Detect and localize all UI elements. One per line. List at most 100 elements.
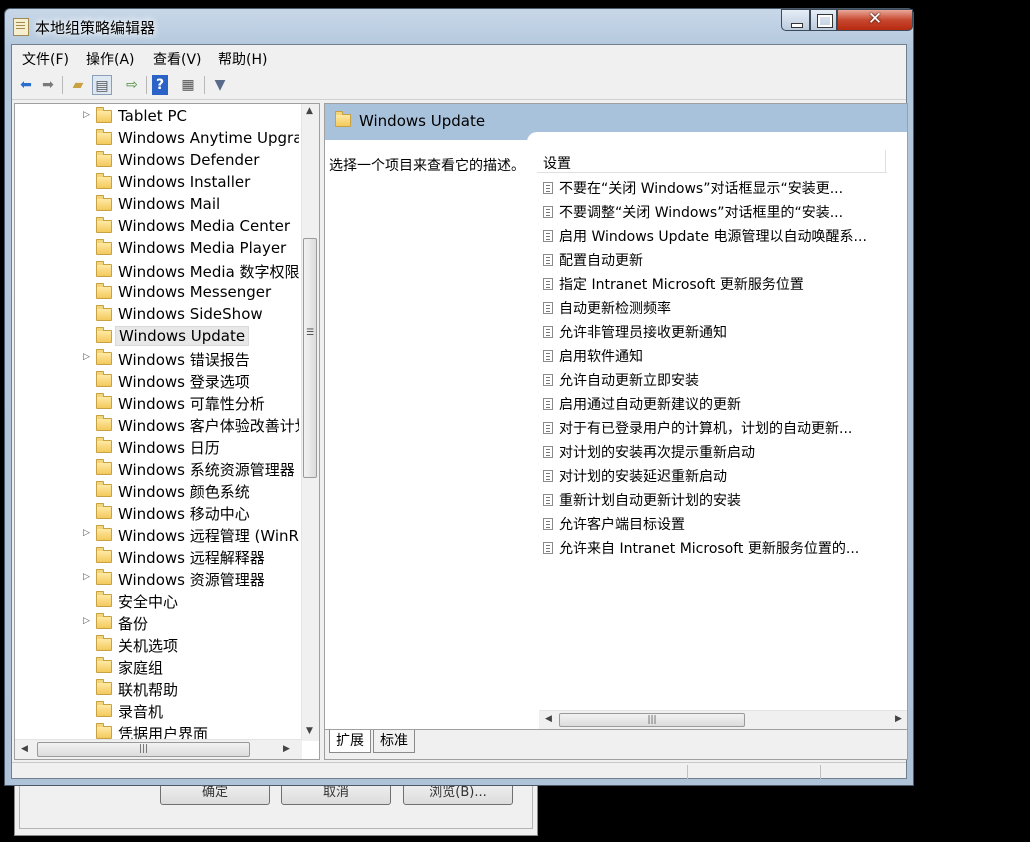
tree-item[interactable]: 家庭组 xyxy=(15,656,299,678)
scroll-up-icon[interactable]: ▲ xyxy=(306,106,313,116)
tab-standard[interactable]: 标准 xyxy=(373,730,415,753)
title-bar[interactable]: 本地组策略编辑器 ✕ xyxy=(5,9,913,45)
tree-item[interactable]: Windows Media 数字权限管理 xyxy=(15,260,299,282)
column-separator[interactable] xyxy=(885,150,886,172)
properties-icon[interactable]: ▦ xyxy=(178,75,198,95)
setting-row[interactable]: 允许自动更新立即安装 xyxy=(541,368,891,392)
setting-row[interactable]: 启用软件通知 xyxy=(541,344,891,368)
setting-row[interactable]: 不要在“关闭 Windows”对话框显示“安装更... xyxy=(541,176,891,200)
expand-arrow-icon[interactable]: ▷ xyxy=(83,572,90,582)
export-list-icon[interactable]: ⇨ xyxy=(122,75,142,95)
forward-arrow-icon[interactable]: ➡ xyxy=(38,75,58,95)
setting-row[interactable]: 允许来自 Intranet Microsoft 更新服务位置的... xyxy=(541,536,891,560)
setting-row[interactable]: 启用通过自动更新建议的更新 xyxy=(541,392,891,416)
expand-arrow-icon[interactable]: ▷ xyxy=(83,616,90,626)
policy-tree[interactable]: ▷ Tablet PC Windows Anytime Upgrade Windows… xyxy=(14,103,320,760)
tree-item[interactable]: 录音机 xyxy=(15,700,299,722)
tree-horizontal-scrollbar[interactable]: ◀ ||| ▶ xyxy=(15,739,302,759)
expand-arrow-icon[interactable]: ▷ xyxy=(83,528,90,538)
menu-help[interactable]: 帮助(H) xyxy=(218,49,267,69)
tree-item[interactable]: Windows Messenger xyxy=(15,282,299,304)
folder-icon xyxy=(96,679,112,695)
tree-item[interactable]: Windows 可靠性分析 xyxy=(15,392,299,414)
setting-row[interactable]: 对计划的安装延迟重新启动 xyxy=(541,464,891,488)
setting-row[interactable]: 不要调整“关闭 Windows”对话框里的“安装... xyxy=(541,200,891,224)
tree-item[interactable]: Windows SideShow xyxy=(15,304,299,326)
tree-item[interactable]: ▷ Tablet PC xyxy=(15,106,299,128)
setting-label: 配置自动更新 xyxy=(559,253,643,269)
setting-row[interactable]: 配置自动更新 xyxy=(541,248,891,272)
minimize-button[interactable] xyxy=(781,9,810,31)
tree-item[interactable]: Windows Installer xyxy=(15,172,299,194)
filter-icon[interactable]: ▼ xyxy=(210,75,230,95)
app-icon xyxy=(13,18,29,36)
scroll-right-icon[interactable]: ▶ xyxy=(895,714,902,724)
setting-row[interactable]: 允许非管理员接收更新通知 xyxy=(541,320,891,344)
show-hide-tree-icon[interactable]: ▤ xyxy=(92,75,112,95)
tree-item[interactable]: ▷ Windows 远程管理 (WinRM) xyxy=(15,524,299,546)
scroll-down-icon[interactable]: ▼ xyxy=(306,726,313,736)
setting-row[interactable]: 自动更新检测频率 xyxy=(541,296,891,320)
folder-icon xyxy=(96,217,112,233)
setting-row[interactable]: 重新计划自动更新计划的安装 xyxy=(541,488,891,512)
tree-item[interactable]: 关机选项 xyxy=(15,634,299,656)
expand-arrow-icon[interactable]: ▷ xyxy=(83,352,90,362)
tree-item[interactable]: Windows 移动中心 xyxy=(15,502,299,524)
folder-icon xyxy=(96,195,112,211)
tree-item[interactable]: ▷ 备份 xyxy=(15,612,299,634)
setting-row[interactable]: 允许客户端目标设置 xyxy=(541,512,891,536)
tree-item[interactable]: Windows 远程解释器 xyxy=(15,546,299,568)
tree-item[interactable]: ▷ Windows 资源管理器 xyxy=(15,568,299,590)
tree-item[interactable]: Windows Media Center xyxy=(15,216,299,238)
menu-action[interactable]: 操作(A) xyxy=(86,49,135,69)
scroll-right-icon[interactable]: ▶ xyxy=(283,744,290,754)
settings-horizontal-scrollbar[interactable]: ◀ ||| ▶ xyxy=(539,710,907,729)
tree-item[interactable]: Windows Mail xyxy=(15,194,299,216)
close-button[interactable]: ✕ xyxy=(837,9,913,31)
folder-icon xyxy=(96,635,112,651)
tree-item[interactable]: Windows 客户体验改善计划 xyxy=(15,414,299,436)
setting-row[interactable]: 对计划的安装再次提示重新启动 xyxy=(541,440,891,464)
setting-row[interactable]: 启用 Windows Update 电源管理以自动唤醒系... xyxy=(541,224,891,248)
tab-extended[interactable]: 扩展 xyxy=(329,730,371,753)
menu-bar: 文件(F) 操作(A) 查看(V) 帮助(H) xyxy=(12,45,906,71)
help-icon[interactable]: ? xyxy=(152,75,168,95)
column-header-setting[interactable]: 设置 xyxy=(537,150,887,173)
setting-label: 不要调整“关闭 Windows”对话框里的“安装... xyxy=(559,205,844,221)
tree-item[interactable]: Windows Update xyxy=(15,326,299,348)
setting-row[interactable]: 指定 Intranet Microsoft 更新服务位置 xyxy=(541,272,891,296)
folder-icon xyxy=(96,569,112,585)
maximize-button[interactable] xyxy=(810,9,837,31)
tree-item[interactable]: Windows 系统资源管理器 xyxy=(15,458,299,480)
tree-item[interactable]: Windows Media Player xyxy=(15,238,299,260)
up-folder-icon[interactable]: ▰ xyxy=(68,75,88,95)
tree-item[interactable]: Windows 颜色系统 xyxy=(15,480,299,502)
tree-horizontal-thumb[interactable]: ||| xyxy=(37,742,250,757)
tree-item[interactable]: Windows Defender xyxy=(15,150,299,172)
tree-item-label: Windows Media 数字权限管理 xyxy=(118,263,299,281)
scroll-left-icon[interactable]: ◀ xyxy=(21,744,28,754)
setting-label: 指定 Intranet Microsoft 更新服务位置 xyxy=(559,277,804,293)
tree-item[interactable]: Windows 登录选项 xyxy=(15,370,299,392)
scroll-left-icon[interactable]: ◀ xyxy=(545,714,552,724)
menu-file[interactable]: 文件(F) xyxy=(22,49,69,69)
folder-icon xyxy=(96,437,112,453)
settings-horizontal-thumb[interactable]: ||| xyxy=(559,713,745,727)
policy-setting-icon xyxy=(543,518,553,530)
tree-item[interactable]: ▷ Windows 错误报告 xyxy=(15,348,299,370)
tree-item-label: Windows 颜色系统 xyxy=(118,483,250,501)
tree-vertical-scrollbar[interactable]: ▲ ☰ ▼ xyxy=(301,104,319,741)
folder-icon xyxy=(96,151,112,167)
policy-setting-icon xyxy=(543,470,553,482)
folder-icon xyxy=(96,393,112,409)
tree-item[interactable]: Windows 日历 xyxy=(15,436,299,458)
tree-item[interactable]: 联机帮助 xyxy=(15,678,299,700)
tree-item[interactable]: 安全中心 xyxy=(15,590,299,612)
menu-view[interactable]: 查看(V) xyxy=(153,49,202,69)
expand-arrow-icon[interactable]: ▷ xyxy=(83,110,90,120)
back-arrow-icon[interactable]: ⬅ xyxy=(16,75,36,95)
folder-icon xyxy=(96,723,112,739)
tree-vertical-thumb[interactable] xyxy=(303,238,317,478)
tree-item[interactable]: Windows Anytime Upgrade xyxy=(15,128,299,150)
setting-row[interactable]: 对于有已登录用户的计算机，计划的自动更新... xyxy=(541,416,891,440)
